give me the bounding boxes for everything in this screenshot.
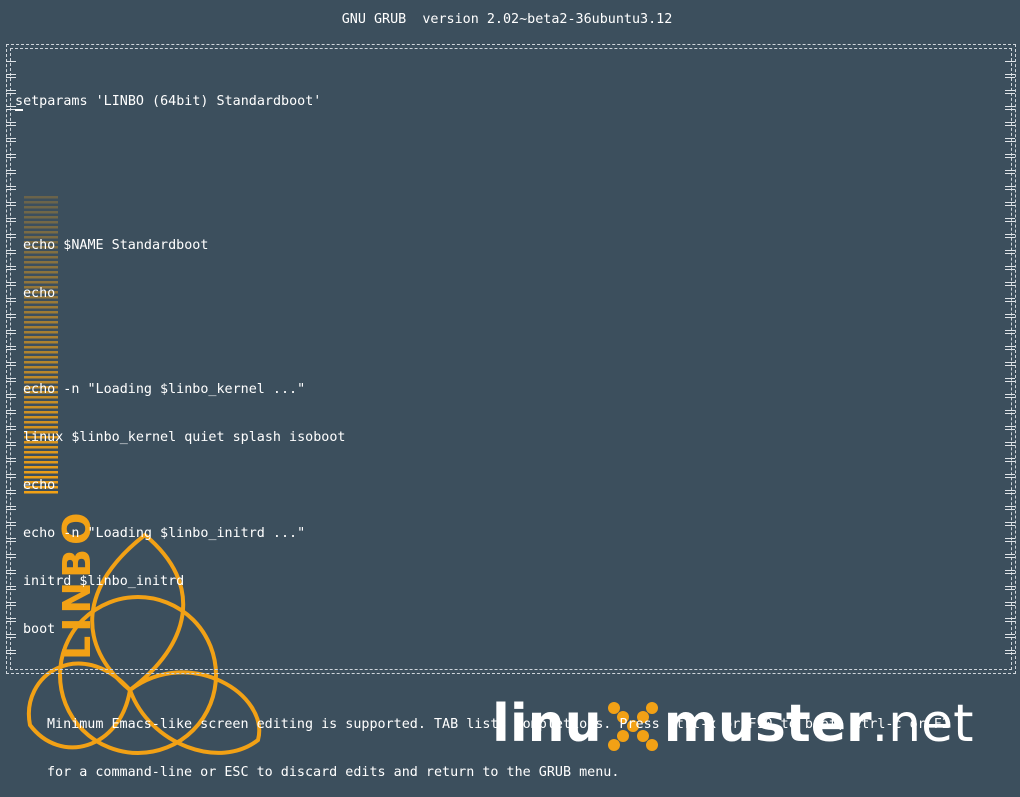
editor-line[interactable] xyxy=(15,190,1000,206)
editor-line[interactable]: echo -n "Loading $linbo_kernel ..." xyxy=(15,382,1000,398)
text-cursor: s xyxy=(15,94,24,111)
editor-line[interactable]: echo xyxy=(15,478,1000,494)
editor-line[interactable]: echo -n "Loading $linbo_initrd ..." xyxy=(15,526,1000,542)
editor-frame-right-border xyxy=(1005,60,1015,656)
editor-line[interactable]: boot xyxy=(15,622,1000,638)
grub-version-title: GNU GRUB version 2.02~beta2-36ubuntu3.12 xyxy=(341,12,673,27)
editor-line[interactable]: echo $NAME Standardboot xyxy=(15,238,1000,254)
help-text: Minimum Emacs-like screen editing is sup… xyxy=(47,685,950,797)
editor-line[interactable]: linux $linbo_kernel quiet splash isoboot xyxy=(15,430,1000,446)
boot-entry-editor[interactable]: setparams 'LINBO (64bit) Standardboot' e… xyxy=(15,62,1000,654)
editor-line[interactable]: initrd $linbo_initrd xyxy=(15,574,1000,590)
editor-line-text: etparams 'LINBO (64bit) Standardboot' xyxy=(23,94,322,109)
editor-line[interactable]: setparams 'LINBO (64bit) Standardboot' xyxy=(15,94,1000,111)
help-line-1: Minimum Emacs-like screen editing is sup… xyxy=(47,717,950,732)
help-line-2: for a command-line or ESC to discard edi… xyxy=(47,765,620,780)
editor-line[interactable] xyxy=(15,142,1000,158)
editor-line[interactable]: echo xyxy=(15,286,1000,302)
editor-line[interactable] xyxy=(15,334,1000,350)
